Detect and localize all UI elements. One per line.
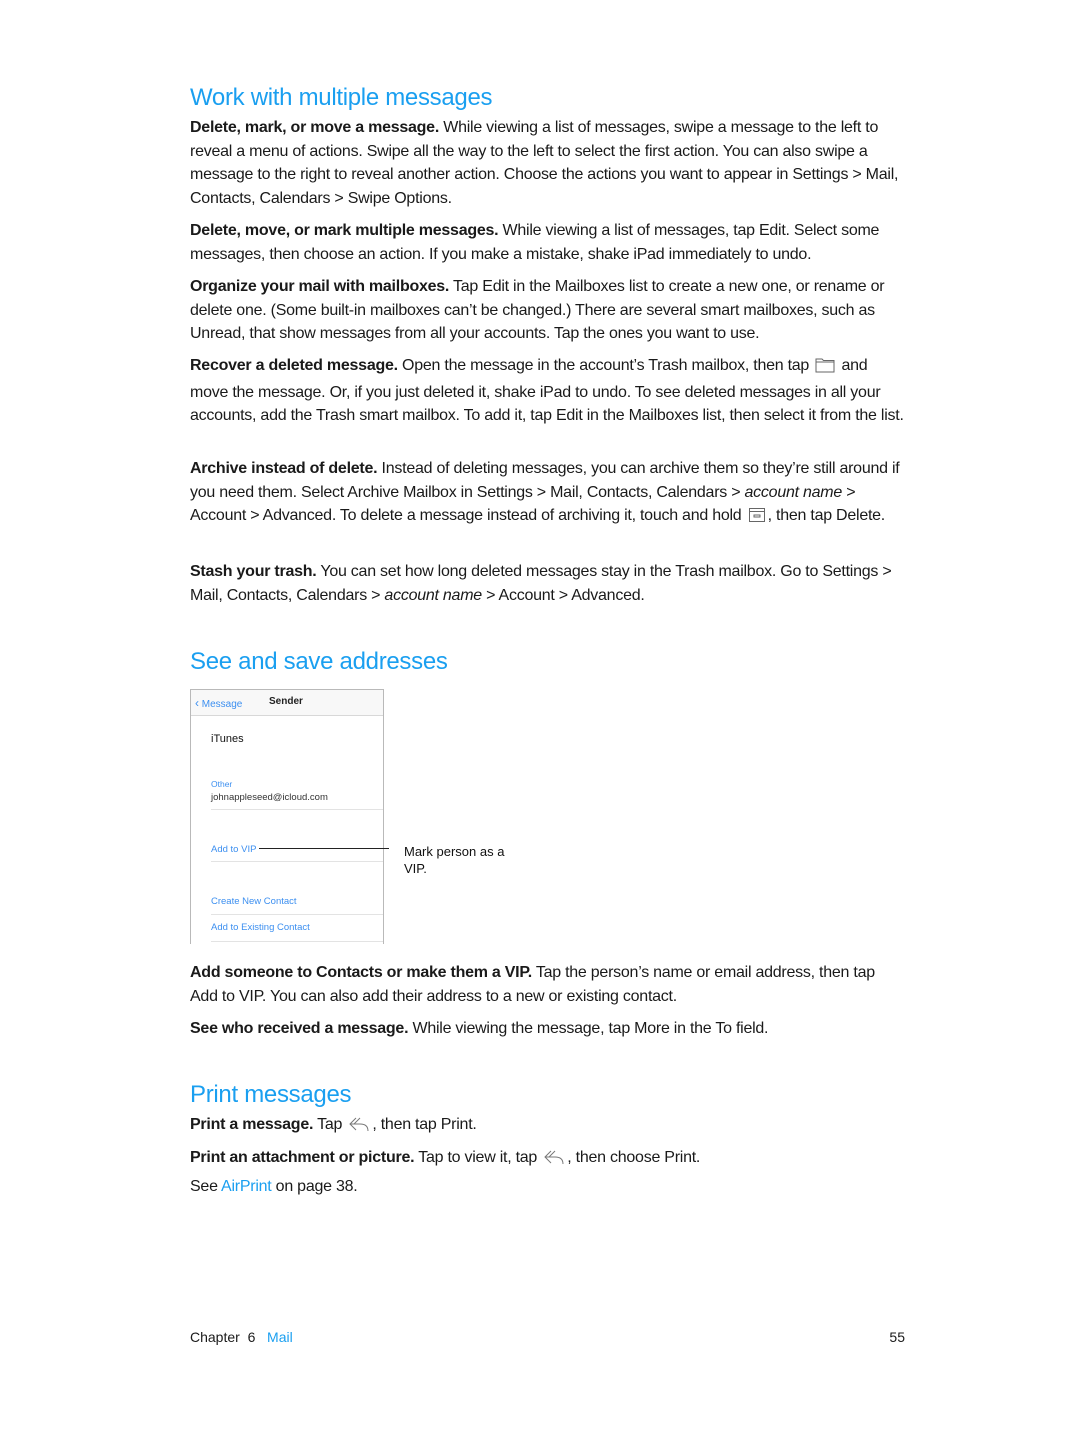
divider [211,914,383,915]
contact-name: iTunes [211,733,244,745]
chapter-name-link[interactable]: Mail [267,1329,293,1345]
nav-title: Sender [269,696,303,707]
lead-in: Add someone to Contacts or make them a V… [190,964,532,981]
create-new-contact-button[interactable]: Create New Contact [211,896,297,907]
archive-icon [748,507,766,531]
heading-print-messages: Print messages [190,1081,352,1108]
paragraph-add-contacts-vip: Add someone to Contacts or make them a V… [190,961,905,1008]
lead-in: Stash your trash. [190,563,317,580]
lead-in: Print an attachment or picture. [190,1149,415,1166]
heading-see-and-save-addresses: See and save addresses [190,648,448,675]
body-text: While viewing the message, tap More in t… [408,1020,769,1037]
paragraph-stash-trash: Stash your trash. You can set how long d… [190,560,905,607]
body-text: Tap [313,1116,347,1133]
paragraph-mailboxes: Organize your mail with mailboxes. Tap E… [190,275,905,346]
paragraph-delete-mark-move: Delete, mark, or move a message. While v… [190,116,905,210]
paragraph-archive: Archive instead of delete. Instead of de… [190,457,905,531]
email-label: Other [211,779,233,789]
lead-in: Delete, move, or mark multiple messages. [190,222,499,239]
lead-in: Organize your mail with mailboxes. [190,278,450,295]
lead-in: Archive instead of delete. [190,460,378,477]
folder-icon [815,357,835,381]
reply-icon [543,1149,565,1173]
lead-in: Print a message. [190,1116,314,1133]
chapter-label: Chapter 6 [190,1329,256,1345]
chevron-left-icon: ‹ [195,696,199,710]
page-number: 55 [889,1329,905,1345]
reply-icon [348,1116,370,1140]
body-text: See [190,1178,222,1195]
footer-chapter: Chapter 6 Mail [190,1329,293,1345]
airprint-link[interactable]: AirPrint [221,1178,272,1195]
italic-text: account name [744,483,843,501]
body-text: Open the message in the account’s Trash … [397,357,814,374]
paragraph-print-attachment: Print an attachment or picture. Tap to v… [190,1146,905,1173]
email-value[interactable]: johnappleseed@icloud.com [211,792,328,803]
add-to-vip-button[interactable]: Add to VIP [211,844,256,855]
callout-line [259,848,389,849]
lead-in: Delete, mark, or move a message. [190,119,440,136]
nav-bar: ‹ Message Sender [191,690,383,716]
add-to-existing-contact-button[interactable]: Add to Existing Contact [211,922,310,933]
back-label: Message [201,699,243,710]
body-text: Tap to view it, tap [414,1149,542,1166]
heading-work-with-multiple-messages: Work with multiple messages [190,84,493,111]
divider [211,809,383,810]
back-button[interactable]: ‹ Message [195,696,242,710]
body-text: , then tap Print. [372,1116,477,1133]
paragraph-see-who-received: See who received a message. While viewin… [190,1017,905,1041]
body-text: , then tap Delete. [767,507,886,524]
body-text: , then choose Print. [567,1149,701,1166]
body-text: > Account > Advanced. [481,586,645,604]
lead-in: See who received a message. [190,1020,409,1037]
callout-vip: Mark person as a VIP. [404,844,505,876]
body-text: on page 38. [271,1178,358,1195]
divider [211,941,383,942]
paragraph-recover: Recover a deleted message. Open the mess… [190,354,905,428]
lead-in: Recover a deleted message. [190,357,398,374]
sender-screenshot: ‹ Message Sender iTunes Other johnapples… [190,689,384,944]
italic-text: account name [384,586,482,604]
divider [211,861,383,862]
paragraph-see-airprint: See AirPrint on page 38. [190,1175,905,1199]
paragraph-multiple-messages: Delete, move, or mark multiple messages.… [190,219,905,266]
paragraph-print-message: Print a message. Tap , then tap Print. [190,1113,905,1140]
